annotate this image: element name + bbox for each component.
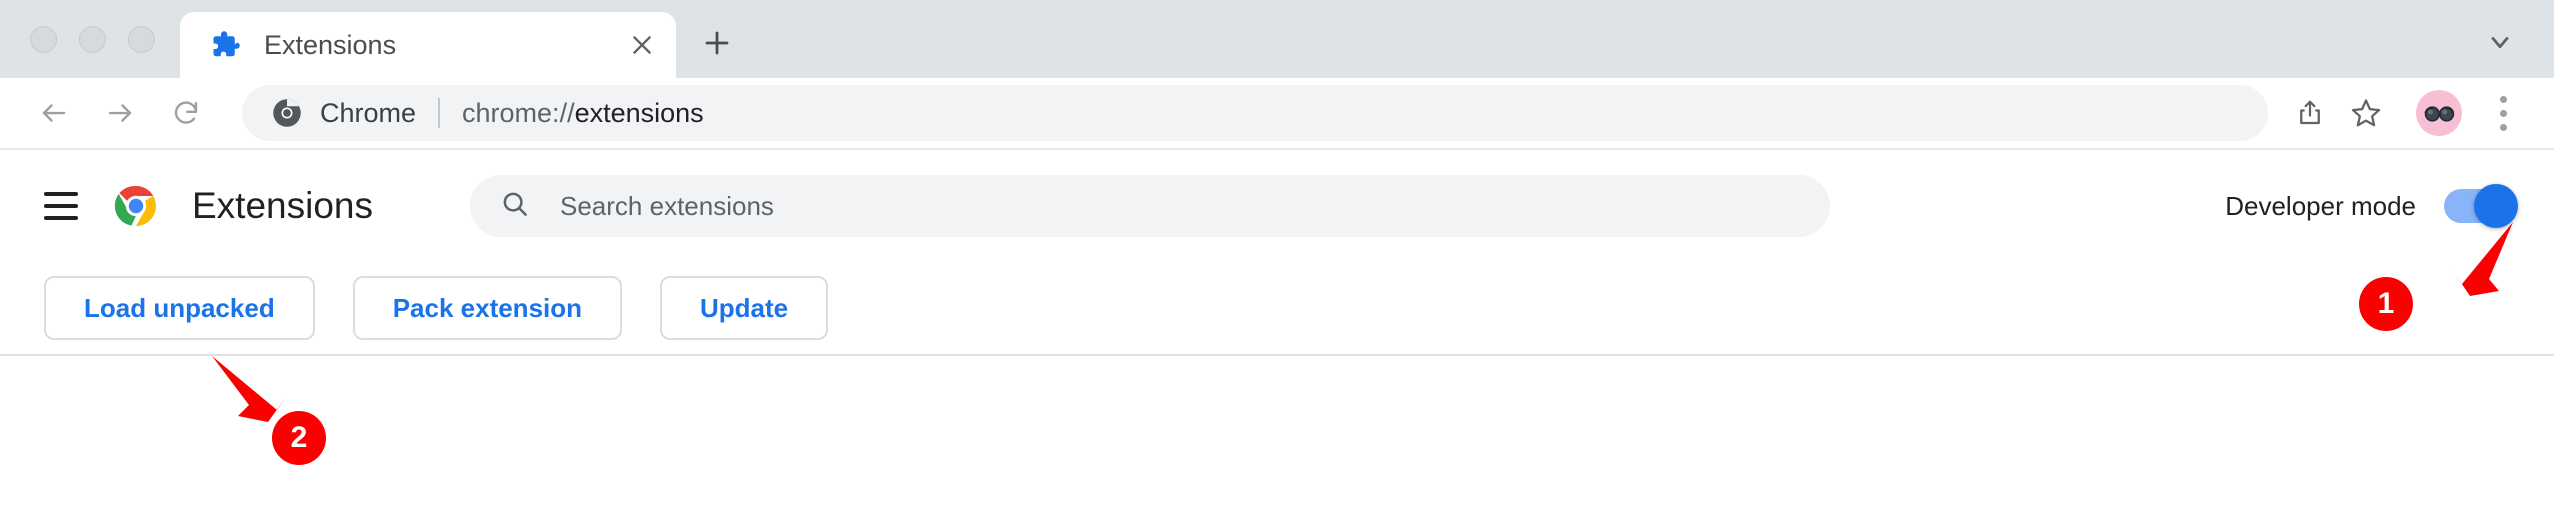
browser-tab-extensions[interactable]: Extensions (180, 12, 676, 78)
avatar[interactable] (2416, 90, 2462, 136)
close-icon[interactable] (616, 19, 668, 71)
extensions-page: Extensions Developer mode Load unpacked … (0, 150, 2554, 526)
tab-title: Extensions (264, 29, 397, 60)
developer-mode-label: Developer mode (2225, 190, 2416, 221)
omnibox-url: chrome://extensions (462, 98, 2262, 129)
omnibox-site-chip-label: Chrome (320, 97, 417, 128)
chrome-icon (272, 98, 302, 128)
developer-mode-control[interactable]: Developer mode (2225, 184, 2518, 228)
chrome-logo-icon (112, 182, 160, 230)
kebab-menu-icon[interactable] (2478, 85, 2528, 141)
arrow-right-icon[interactable] (92, 85, 148, 141)
puzzle-piece-icon (210, 29, 242, 61)
omnibox-divider (438, 98, 441, 128)
chevron-down-icon[interactable] (2474, 16, 2526, 68)
share-icon[interactable] (2282, 85, 2338, 141)
window-maximize-button[interactable] (128, 26, 155, 53)
address-bar[interactable]: Chrome chrome://extensions (242, 85, 2268, 141)
search-input[interactable] (558, 189, 1800, 223)
pack-extension-button[interactable]: Pack extension (352, 276, 623, 340)
developer-mode-toggle[interactable] (2444, 184, 2518, 228)
search-extensions-field[interactable] (470, 175, 1830, 237)
load-unpacked-button[interactable]: Load unpacked (44, 276, 315, 340)
omnibox-url-scheme: chrome:// (462, 97, 575, 128)
search-icon (500, 189, 530, 224)
tab-strip: Extensions (0, 0, 2554, 78)
arrow-left-icon[interactable] (26, 85, 82, 141)
extensions-action-bar: Load unpacked Pack extension Update (0, 262, 2554, 354)
hamburger-menu-icon[interactable] (24, 169, 98, 243)
omnibox-url-host: extensions (574, 97, 704, 128)
update-button[interactable]: Update (660, 276, 829, 340)
window-traffic-lights (30, 26, 155, 53)
toggle-knob (2474, 184, 2518, 228)
new-tab-button[interactable] (690, 16, 744, 70)
browser-toolbar: Chrome chrome://extensions (0, 78, 2554, 150)
window-minimize-button[interactable] (79, 26, 106, 53)
extensions-header: Extensions Developer mode (0, 150, 2554, 262)
window-close-button[interactable] (30, 26, 57, 53)
content-divider (0, 354, 2554, 356)
reload-icon[interactable] (158, 85, 214, 141)
star-icon[interactable] (2338, 85, 2394, 141)
page-title: Extensions (192, 185, 373, 226)
